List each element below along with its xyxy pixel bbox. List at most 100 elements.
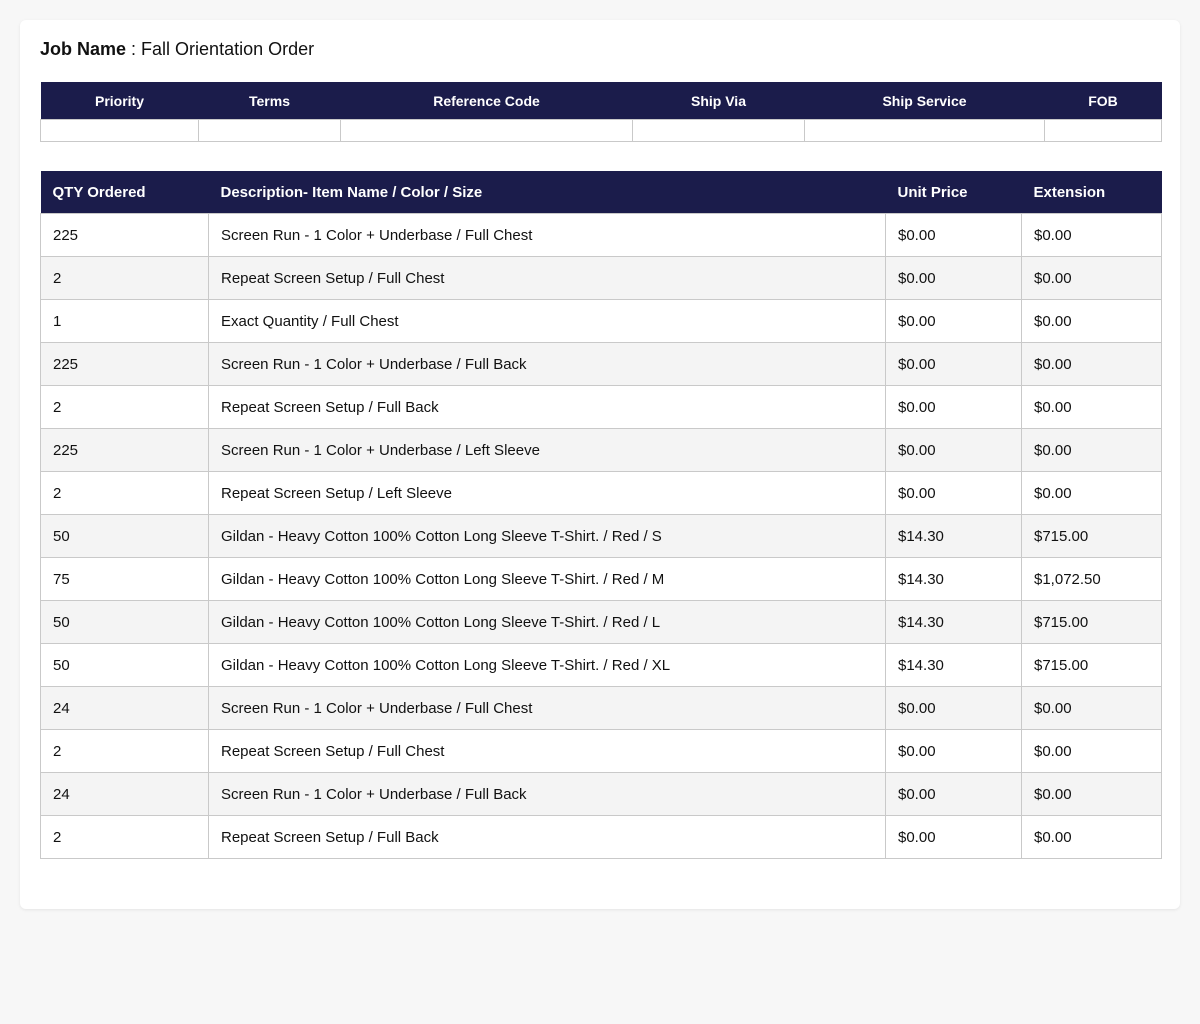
job-name-value: Fall Orientation Order [141,39,315,59]
description-cell: Gildan - Heavy Cotton 100% Cotton Long S… [208,600,886,644]
description-cell: Gildan - Heavy Cotton 100% Cotton Long S… [208,557,886,601]
unit-price-cell: $14.30 [885,600,1022,644]
description-cell: Exact Quantity / Full Chest [208,299,886,343]
job-name-label: Job Name [40,39,127,59]
description-cell: Repeat Screen Setup / Full Chest [208,256,886,300]
table-row: 225 Screen Run - 1 Color + Underbase / F… [40,213,1162,257]
table-row: 50 Gildan - Heavy Cotton 100% Cotton Lon… [40,643,1162,687]
qty-cell: 225 [40,428,209,472]
description-cell: Screen Run - 1 Color + Underbase / Full … [208,772,886,816]
description-cell: Gildan - Heavy Cotton 100% Cotton Long S… [208,643,886,687]
ship-via-header: Ship Via [632,82,805,120]
terms-header: Terms [198,82,341,120]
qty-cell: 50 [40,600,209,644]
unit-price-cell: $0.00 [885,772,1022,816]
qty-cell: 2 [40,256,209,300]
shipping-value-row [40,119,1162,142]
qty-cell: 225 [40,213,209,257]
description-cell: Screen Run - 1 Color + Underbase / Full … [208,686,886,730]
reference-code-header: Reference Code [340,82,633,120]
unit-price-cell: $0.00 [885,256,1022,300]
table-row: 50 Gildan - Heavy Cotton 100% Cotton Lon… [40,514,1162,558]
description-cell: Gildan - Heavy Cotton 100% Cotton Long S… [208,514,886,558]
extension-cell: $0.00 [1021,428,1162,472]
table-row: 24 Screen Run - 1 Color + Underbase / Fu… [40,772,1162,816]
terms-value [198,119,341,142]
qty-cell: 50 [40,514,209,558]
table-row: 2 Repeat Screen Setup / Full Back $0.00 … [40,385,1162,429]
qty-cell: 2 [40,815,209,859]
unit-price-cell: $14.30 [885,643,1022,687]
table-row: 50 Gildan - Heavy Cotton 100% Cotton Lon… [40,600,1162,644]
extension-cell: $0.00 [1021,385,1162,429]
job-name-separator: : [126,39,142,59]
line-items-table: QTY Ordered Description- Item Name / Col… [40,171,1162,859]
qty-cell: 50 [40,643,209,687]
table-row: 2 Repeat Screen Setup / Full Back $0.00 … [40,815,1162,859]
extension-cell: $0.00 [1021,256,1162,300]
table-row: 225 Screen Run - 1 Color + Underbase / F… [40,342,1162,386]
extension-cell: $0.00 [1021,213,1162,257]
fob-header: FOB [1044,82,1162,120]
description-cell: Screen Run - 1 Color + Underbase / Full … [208,213,886,257]
qty-cell: 2 [40,385,209,429]
extension-header: Extension [1021,171,1162,214]
ship-service-value [804,119,1045,142]
unit-price-cell: $0.00 [885,428,1022,472]
unit-price-cell: $14.30 [885,557,1022,601]
table-row: 2 Repeat Screen Setup / Full Chest $0.00… [40,256,1162,300]
unit-price-cell: $0.00 [885,729,1022,773]
items-header-row: QTY Ordered Description- Item Name / Col… [40,171,1162,214]
priority-header: Priority [40,82,199,120]
qty-ordered-header: QTY Ordered [40,171,209,214]
description-header: Description- Item Name / Color / Size [208,171,886,214]
extension-cell: $715.00 [1021,514,1162,558]
extension-cell: $0.00 [1021,815,1162,859]
qty-cell: 1 [40,299,209,343]
extension-cell: $0.00 [1021,299,1162,343]
shipping-info-table: Priority Terms Reference Code Ship Via S… [40,82,1162,142]
description-cell: Repeat Screen Setup / Full Back [208,815,886,859]
extension-cell: $715.00 [1021,643,1162,687]
unit-price-cell: $0.00 [885,385,1022,429]
description-cell: Screen Run - 1 Color + Underbase / Left … [208,428,886,472]
ship-service-header: Ship Service [804,82,1045,120]
extension-cell: $1,072.50 [1021,557,1162,601]
qty-cell: 2 [40,729,209,773]
description-cell: Repeat Screen Setup / Full Chest [208,729,886,773]
table-row: 75 Gildan - Heavy Cotton 100% Cotton Lon… [40,557,1162,601]
description-cell: Repeat Screen Setup / Left Sleeve [208,471,886,515]
extension-cell: $0.00 [1021,471,1162,515]
description-cell: Repeat Screen Setup / Full Back [208,385,886,429]
priority-value [40,119,199,142]
reference-code-value [340,119,633,142]
qty-cell: 75 [40,557,209,601]
qty-cell: 225 [40,342,209,386]
table-row: 225 Screen Run - 1 Color + Underbase / L… [40,428,1162,472]
unit-price-cell: $14.30 [885,514,1022,558]
qty-cell: 24 [40,772,209,816]
fob-value [1044,119,1162,142]
qty-cell: 24 [40,686,209,730]
unit-price-cell: $0.00 [885,815,1022,859]
extension-cell: $0.00 [1021,342,1162,386]
extension-cell: $0.00 [1021,772,1162,816]
job-name-line: Job Name : Fall Orientation Order [40,38,314,60]
unit-price-cell: $0.00 [885,471,1022,515]
extension-cell: $715.00 [1021,600,1162,644]
unit-price-cell: $0.00 [885,213,1022,257]
ship-via-value [632,119,805,142]
table-row: 2 Repeat Screen Setup / Full Chest $0.00… [40,729,1162,773]
unit-price-header: Unit Price [885,171,1022,214]
unit-price-cell: $0.00 [885,299,1022,343]
unit-price-cell: $0.00 [885,686,1022,730]
unit-price-cell: $0.00 [885,342,1022,386]
extension-cell: $0.00 [1021,729,1162,773]
extension-cell: $0.00 [1021,686,1162,730]
qty-cell: 2 [40,471,209,515]
table-row: 1 Exact Quantity / Full Chest $0.00 $0.0… [40,299,1162,343]
table-row: 2 Repeat Screen Setup / Left Sleeve $0.0… [40,471,1162,515]
table-row: 24 Screen Run - 1 Color + Underbase / Fu… [40,686,1162,730]
shipping-header-row: Priority Terms Reference Code Ship Via S… [40,82,1162,120]
description-cell: Screen Run - 1 Color + Underbase / Full … [208,342,886,386]
